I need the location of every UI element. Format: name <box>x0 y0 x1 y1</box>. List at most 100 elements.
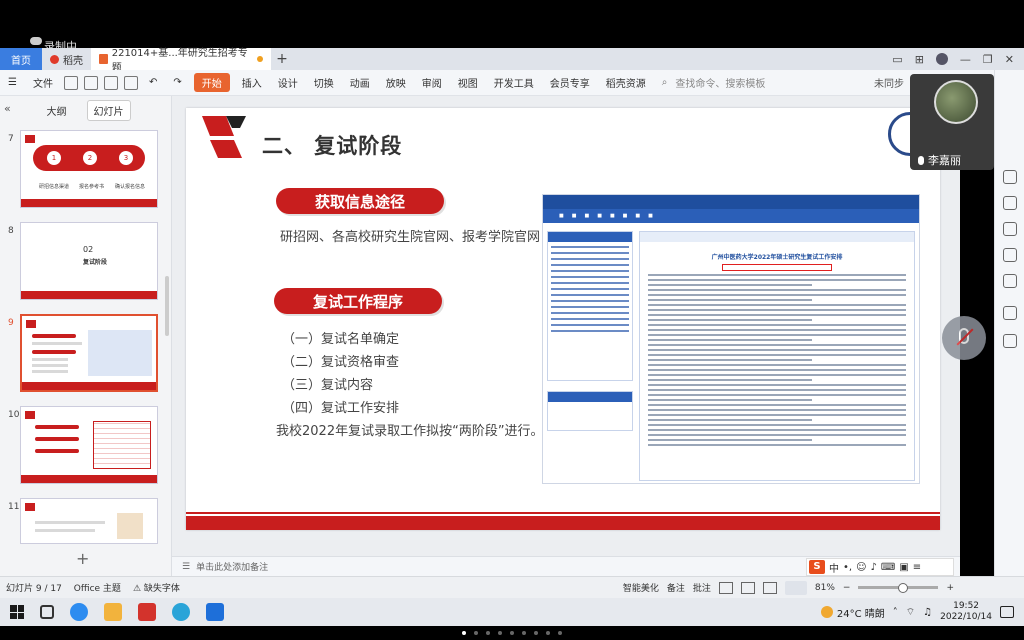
theme-name[interactable]: Office 主题 <box>68 581 127 594</box>
tab-view[interactable]: 视图 <box>450 75 486 90</box>
notes-toggle-button[interactable]: 备注 <box>667 581 685 594</box>
ime-toolbar[interactable]: S 中 •, ☺ ♪ ⌨ ▣ ≡ <box>806 558 954 576</box>
sidebar-tool-icon[interactable] <box>1003 334 1017 348</box>
video-tile[interactable]: 李嘉丽 <box>910 74 994 170</box>
slide-thumbnail[interactable] <box>20 498 158 544</box>
thumb-logo <box>25 135 35 143</box>
clock-time: 19:52 <box>953 601 980 611</box>
ime-menu-icon[interactable]: ≡ <box>913 562 921 573</box>
zoom-level[interactable]: 81% <box>815 583 835 593</box>
network-icon[interactable]: ⌔ <box>906 606 915 619</box>
volume-icon[interactable]: ♫ <box>923 607 932 618</box>
tab-outline[interactable]: 大纲 <box>41 101 73 120</box>
ime-skin-icon[interactable]: ▣ <box>899 562 908 573</box>
zoom-in-icon[interactable]: + <box>946 583 954 593</box>
clock[interactable]: 19:52 2022/10/14 <box>940 601 992 623</box>
procedure-step: （二）复试资格审查 <box>282 355 400 370</box>
play-slideshow-button[interactable] <box>784 580 807 595</box>
tab-insert[interactable]: 插入 <box>234 75 270 90</box>
collapse-panel-icon[interactable]: « <box>4 102 11 115</box>
ribbon-toolbar: ☰ 文件 ↶ ↷ 开始 插入 设计 切换 动画 放映 审阅 视图 开发工具 会员… <box>0 70 1024 96</box>
tab-wps[interactable]: 稻壳 <box>42 48 91 70</box>
slide-footer-line <box>186 512 940 514</box>
thumb-text-line <box>32 364 68 367</box>
notification-icon[interactable] <box>1000 606 1014 618</box>
thumb-text-line <box>32 342 82 345</box>
mute-mic-button[interactable] <box>942 316 986 360</box>
save-icon[interactable] <box>63 75 78 90</box>
weather-widget[interactable]: 24°C 晴朗 <box>820 605 885 620</box>
info-source-text: 研招网、各高校研究生院官网、报考学院官网 <box>280 230 541 245</box>
mic-icon <box>918 155 924 165</box>
preview-icon[interactable] <box>123 75 138 90</box>
windows-start-icon[interactable] <box>10 605 24 619</box>
export-icon[interactable] <box>83 75 98 90</box>
command-search-input[interactable]: 查找命令、搜索模板 <box>667 75 773 90</box>
sidebar-tool-icon[interactable] <box>1003 306 1017 320</box>
tab-home[interactable]: 首页 <box>0 48 42 70</box>
current-slide[interactable]: 二、 复试阶段 获取信息途径 研招网、各高校研究生院官网、报考学院官网 复试工作… <box>186 108 940 530</box>
tab-review[interactable]: 审阅 <box>414 75 450 90</box>
sidebar-tool-icon[interactable] <box>1003 274 1017 288</box>
tab-slides[interactable]: 幻灯片 <box>86 99 131 121</box>
ime-keyboard-icon[interactable]: ⌨ <box>881 562 895 573</box>
tab-document[interactable]: 221014+基...年研究生招考专题 <box>91 48 271 74</box>
tab-animation[interactable]: 动画 <box>342 75 378 90</box>
redo-icon[interactable]: ↷ <box>165 77 189 88</box>
zoom-slider[interactable] <box>858 583 939 593</box>
undo-icon[interactable]: ↶ <box>141 77 165 88</box>
reading-view-icon[interactable] <box>762 581 777 594</box>
sidebar-tool-icon[interactable] <box>1003 248 1017 262</box>
tab-slideshow[interactable]: 放映 <box>378 75 414 90</box>
sidebar-tool-icon[interactable] <box>1003 196 1017 210</box>
wps-office-icon[interactable] <box>138 603 156 621</box>
panel-scrollbar[interactable] <box>165 276 169 336</box>
comments-toggle-button[interactable]: 批注 <box>693 581 711 594</box>
app-icon[interactable] <box>70 603 88 621</box>
normal-view-icon[interactable] <box>718 581 733 594</box>
menu-icon[interactable]: ☰ <box>0 77 25 88</box>
file-menu[interactable]: 文件 <box>25 75 61 90</box>
slide-thumbnail[interactable] <box>20 406 158 484</box>
ime-punct-icon[interactable]: •, <box>843 562 852 573</box>
ime-lang[interactable]: 中 <box>829 560 839 575</box>
tab-start[interactable]: 开始 <box>193 73 230 92</box>
missing-font-indicator[interactable]: ⚠ 缺失字体 <box>127 581 186 594</box>
task-view-icon[interactable] <box>40 605 54 619</box>
user-avatar-icon[interactable] <box>935 53 948 65</box>
tab-transition[interactable]: 切换 <box>306 75 342 90</box>
tab-developer[interactable]: 开发工具 <box>486 75 542 90</box>
ime-mic-icon[interactable]: ♪ <box>871 562 877 573</box>
slide-number: 8 <box>8 226 14 236</box>
smart-beautify-button[interactable]: 智能美化 <box>623 581 659 594</box>
edge-browser-icon[interactable] <box>172 603 190 621</box>
slide-thumbnail[interactable]: 02 复试阶段 <box>20 222 158 300</box>
sorter-view-icon[interactable] <box>740 581 755 594</box>
tab-wps-label: 稻壳 <box>63 55 83 67</box>
layout-icon[interactable]: ▭ <box>892 53 902 66</box>
slide-thumbnail-active[interactable] <box>20 314 158 392</box>
sidebar-tool-icon[interactable] <box>1003 222 1017 236</box>
tab-member[interactable]: 会员专享 <box>542 75 598 90</box>
restore-icon[interactable]: ❐ <box>983 53 993 66</box>
panel-tabs: 大纲 幻灯片 <box>0 96 171 124</box>
thumb-logo <box>26 320 36 328</box>
ime-emoji-icon[interactable]: ☺ <box>856 562 866 573</box>
print-icon[interactable] <box>103 75 118 90</box>
add-slide-button[interactable]: + <box>76 549 89 568</box>
new-tab-button[interactable]: + <box>271 48 293 70</box>
tab-resources[interactable]: 稻壳资源 <box>598 75 654 90</box>
sidebar-tool-icon[interactable] <box>1003 170 1017 184</box>
grid-icon[interactable]: ⊞ <box>915 53 924 66</box>
slide-thumbnail[interactable]: 1 2 3 研招信息渠道 报名参考书 确认报名信息 <box>20 130 158 208</box>
status-bar: 幻灯片 9 / 17 Office 主题 ⚠ 缺失字体 智能美化 备注 批注 8… <box>0 576 1024 598</box>
minimize-icon[interactable]: — <box>960 53 971 66</box>
sogou-ime-icon[interactable]: S <box>809 560 825 574</box>
tray-expand-icon[interactable]: ˄ <box>893 607 898 618</box>
meeting-app-icon[interactable] <box>206 603 224 621</box>
search-icon: ⌕ <box>661 77 668 88</box>
file-explorer-icon[interactable] <box>104 603 122 621</box>
zoom-out-icon[interactable]: − <box>843 583 851 593</box>
tab-design[interactable]: 设计 <box>270 75 306 90</box>
close-icon[interactable]: ✕ <box>1005 53 1014 66</box>
